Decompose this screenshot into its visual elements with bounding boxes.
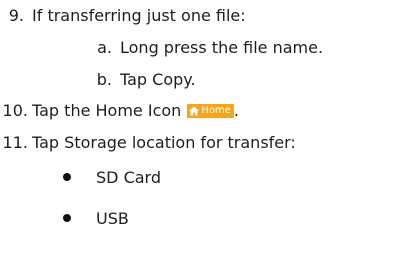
bullet-text: USB: [96, 209, 129, 228]
home-badge-label: Home: [201, 104, 231, 116]
step-text: Tap Storage location for transfer:: [32, 133, 296, 152]
home-icon: [189, 106, 200, 115]
bullet-item: USB: [0, 205, 419, 233]
substep-text: Long press the file name.: [120, 38, 324, 57]
substep-letter: b.: [96, 70, 112, 89]
bullet-text: SD Card: [96, 168, 161, 187]
step-text: Tap the Home Icon: [32, 101, 182, 120]
step-content: Tap the Home Icon Home.: [32, 97, 239, 125]
home-badge: Home: [187, 103, 234, 118]
substep-text: Tap Copy.: [120, 70, 196, 89]
bullet-icon: [63, 214, 71, 222]
substep-letter: a.: [97, 38, 112, 57]
step-number: 10.: [2, 101, 28, 120]
step-text: If transferring just one file:: [32, 6, 246, 25]
bullet-item: SD Card: [0, 164, 419, 192]
step-number: 11.: [2, 133, 28, 152]
bullet-icon: [63, 173, 71, 181]
step-suffix: .: [233, 101, 239, 120]
step-number: 9.: [8, 6, 24, 25]
